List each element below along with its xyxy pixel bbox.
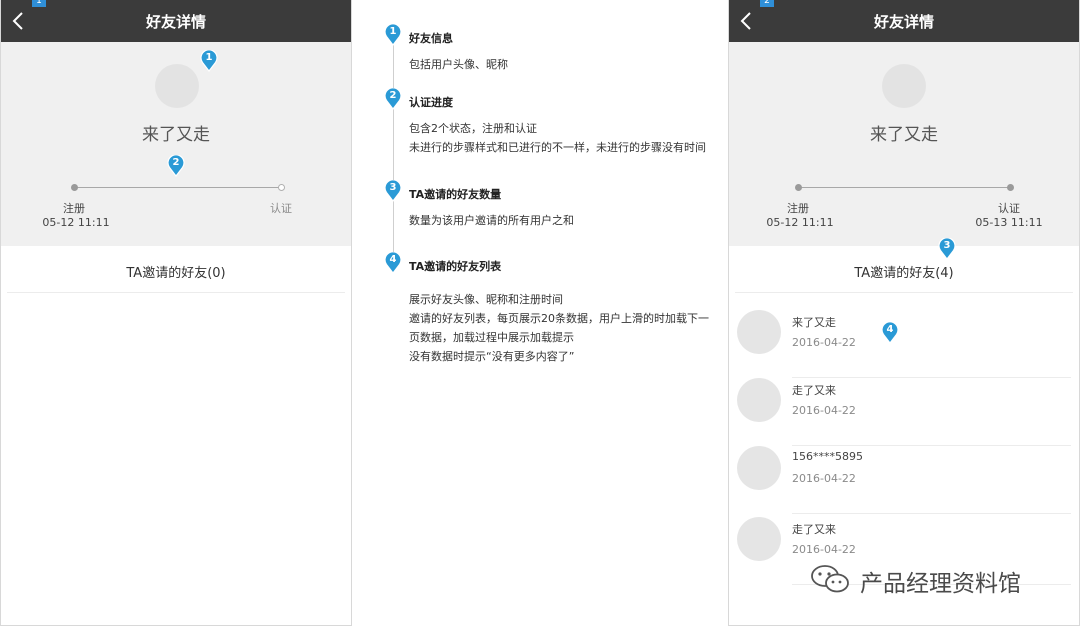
step-label-verify: 认证 xyxy=(270,202,292,215)
step-time-register: 05-12 11:11 xyxy=(42,216,110,229)
annotation-line: 包括用户头像、昵称 xyxy=(409,58,508,71)
annotation-connector-line xyxy=(393,40,394,272)
friend-info-section: 来了又走 注册 05-12 11:11 认证 xyxy=(1,42,351,246)
step-label-register: 注册 xyxy=(63,202,85,215)
watermark-text: 产品经理资料馆 xyxy=(860,571,1021,597)
avatar xyxy=(737,446,781,490)
page-title: 好友详情 xyxy=(873,13,934,31)
step-dot-register xyxy=(71,184,78,191)
friend-nickname: 156****5895 xyxy=(792,450,863,463)
annotation-line: 包含2个状态，注册和认证 xyxy=(409,122,537,135)
annotation-marker-2: 2 xyxy=(384,88,402,110)
annotation-marker-2: 2 xyxy=(167,155,185,177)
annotation-verify-progress: 认证进度 包含2个状态，注册和认证 未进行的步骤样式和已进行的不一样，未进行的步… xyxy=(409,94,728,157)
nav-bar: 2 好友详情 xyxy=(729,0,1079,42)
annotation-marker-3: 3 xyxy=(938,238,956,260)
annotation-title: TA邀请的好友列表 xyxy=(409,260,502,273)
nickname: 来了又走 xyxy=(870,125,938,145)
friend-nickname: 来了又走 xyxy=(792,316,836,329)
annotation-line: 邀请的好友列表，每页展示20条数据，用户上滑的时加载下一 xyxy=(409,312,709,325)
step-label-verify: 认证 xyxy=(998,202,1020,215)
nav-bar: 1 好友详情 xyxy=(1,0,351,42)
divider xyxy=(792,513,1071,514)
annotation-friend-count: TA邀请的好友数量 数量为该用户邀请的所有用户之和 xyxy=(409,186,728,230)
annotation-marker-3: 3 xyxy=(384,180,402,202)
divider xyxy=(7,292,345,293)
invited-friends-title: TA邀请的好友(4) xyxy=(854,266,954,281)
avatar xyxy=(737,378,781,422)
annotation-marker-1: 1 xyxy=(200,50,218,72)
step-time-verify: 05-13 11:11 xyxy=(975,216,1043,229)
step-dot-verify xyxy=(1007,184,1014,191)
list-item[interactable]: 来了又走 2016-04-22 xyxy=(737,310,1071,378)
page-number-tag: 1 xyxy=(32,0,46,7)
invited-friends-title: TA邀请的好友(0) xyxy=(126,266,226,281)
annotation-line: 数量为该用户邀请的所有用户之和 xyxy=(409,214,574,227)
progress-line xyxy=(74,187,282,188)
list-item[interactable]: 156****5895 2016-04-22 xyxy=(737,446,1071,514)
avatar[interactable] xyxy=(155,64,199,108)
annotation-line: 未进行的步骤样式和已进行的不一样，未进行的步骤没有时间 xyxy=(409,141,706,154)
annotation-title: TA邀请的好友数量 xyxy=(409,188,502,201)
annotation-line: 页数据，加载过程中展示加载提示 xyxy=(409,331,574,344)
step-dot-verify xyxy=(278,184,285,191)
friend-register-date: 2016-04-22 xyxy=(792,404,856,417)
annotation-line: 没有数据时提示“没有更多内容了” xyxy=(409,350,575,363)
friend-register-date: 2016-04-22 xyxy=(792,543,856,556)
annotation-line: 展示好友头像、昵称和注册时间 xyxy=(409,293,563,306)
friend-register-date: 2016-04-22 xyxy=(792,336,856,349)
list-item[interactable]: 走了又来 2016-04-22 xyxy=(737,378,1071,446)
page-title: 好友详情 xyxy=(145,13,206,31)
nickname: 来了又走 xyxy=(142,125,210,145)
step-dot-register xyxy=(795,184,802,191)
avatar xyxy=(737,310,781,354)
friend-register-date: 2016-04-22 xyxy=(792,472,856,485)
divider xyxy=(735,292,1073,293)
friend-detail-screen-empty: 1 好友详情 来了又走 注册 05-12 11:11 认证 1 2 TA邀请的好… xyxy=(0,0,352,626)
step-time-register: 05-12 11:11 xyxy=(766,216,834,229)
annotation-title: 好友信息 xyxy=(409,32,453,45)
wechat-icon xyxy=(808,564,852,594)
annotation-marker-4: 4 xyxy=(881,322,899,344)
avatar xyxy=(737,517,781,561)
annotation-marker-1: 1 xyxy=(384,24,402,46)
progress-line xyxy=(799,187,1011,188)
friend-nickname: 走了又来 xyxy=(792,523,836,536)
step-label-register: 注册 xyxy=(787,202,809,215)
page-number-tag: 2 xyxy=(760,0,774,7)
annotation-title: 认证进度 xyxy=(409,96,453,109)
annotation-panel: 1 好友信息 包括用户头像、昵称 2 认证进度 包含2个状态，注册和认证 未进行… xyxy=(352,0,728,626)
annotation-marker-4: 4 xyxy=(384,252,402,274)
friend-detail-screen-list: 2 好友详情 来了又走 注册 05-12 11:11 认证 05-13 11:1… xyxy=(728,0,1080,626)
annotation-friend-list: TA邀请的好友列表 展示好友头像、昵称和注册时间 邀请的好友列表，每页展示20条… xyxy=(409,258,728,366)
avatar[interactable] xyxy=(882,64,926,108)
friend-nickname: 走了又来 xyxy=(792,384,836,397)
friend-info-section: 来了又走 注册 05-12 11:11 认证 05-13 11:11 xyxy=(729,42,1079,246)
annotation-friend-info: 好友信息 包括用户头像、昵称 xyxy=(409,30,728,74)
